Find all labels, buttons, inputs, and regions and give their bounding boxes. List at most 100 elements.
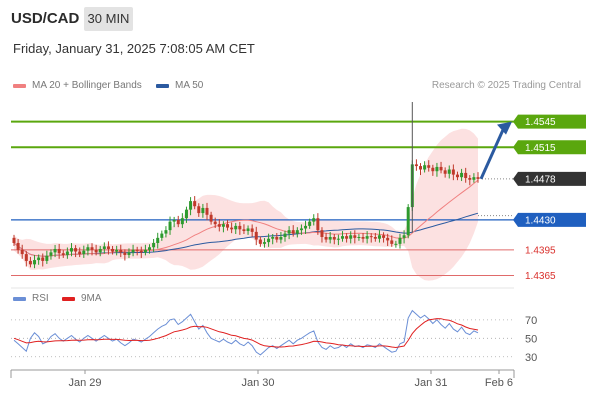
- candle: [332, 237, 336, 240]
- candle: [164, 230, 168, 234]
- candle: [90, 247, 94, 250]
- candle: [340, 236, 344, 239]
- price-label-resistance: 1.4545: [525, 117, 556, 128]
- candle: [98, 248, 102, 253]
- candle: [119, 249, 123, 253]
- candle: [451, 169, 455, 175]
- candle: [230, 227, 234, 230]
- candle: [336, 238, 340, 240]
- candle: [271, 237, 275, 239]
- candle: [217, 224, 221, 227]
- candle: [139, 250, 143, 253]
- candle: [180, 218, 184, 225]
- candle: [65, 251, 69, 255]
- candle: [61, 253, 65, 255]
- candle: [472, 177, 476, 180]
- candle: [242, 229, 246, 232]
- candle: [435, 166, 439, 172]
- candle: [184, 209, 188, 219]
- projection-arrow: [479, 127, 506, 180]
- candle: [373, 237, 377, 239]
- candle: [312, 218, 316, 222]
- candle: [406, 207, 410, 236]
- candle: [41, 257, 45, 261]
- candle: [365, 236, 369, 239]
- candle: [345, 236, 349, 239]
- candle: [33, 260, 37, 265]
- candle: [238, 225, 242, 230]
- candle: [419, 166, 423, 170]
- rsi-line: [13, 309, 479, 356]
- candle: [102, 246, 106, 249]
- candle: [295, 230, 299, 234]
- candle: [213, 221, 217, 225]
- candle: [377, 235, 381, 239]
- candle: [152, 242, 156, 248]
- candle: [197, 206, 201, 214]
- candle: [439, 166, 443, 171]
- candle: [283, 233, 287, 237]
- candle: [316, 218, 320, 231]
- candle: [308, 221, 312, 226]
- candle: [201, 207, 205, 214]
- candle: [189, 201, 193, 210]
- rsi-tick-label: 30: [525, 352, 537, 364]
- candle: [258, 239, 262, 244]
- candle: [246, 228, 250, 232]
- candle: [275, 237, 279, 240]
- candle: [427, 165, 431, 168]
- chart-widget: USD/CAD 30 MIN Friday, January 31, 2025 …: [0, 0, 590, 400]
- candle: [74, 248, 78, 252]
- candle: [382, 235, 386, 238]
- candle: [402, 235, 406, 238]
- candle: [476, 177, 480, 179]
- candle: [291, 230, 295, 234]
- candle: [320, 230, 324, 237]
- candle: [287, 230, 291, 234]
- candle: [262, 242, 266, 244]
- candle: [49, 252, 53, 256]
- candle: [254, 231, 258, 240]
- candle: [16, 242, 20, 250]
- candle: [324, 237, 328, 240]
- candle: [160, 233, 164, 238]
- candle: [94, 249, 98, 253]
- candle: [127, 252, 131, 255]
- candle: [386, 237, 390, 241]
- price-label-resistance: 1.4515: [525, 143, 556, 154]
- candle: [209, 214, 213, 222]
- candle: [82, 250, 86, 255]
- candle: [111, 248, 115, 252]
- candle: [69, 248, 73, 252]
- candle: [193, 201, 197, 207]
- candle: [250, 228, 254, 232]
- candle: [464, 172, 468, 179]
- candle: [205, 207, 209, 215]
- candle: [468, 178, 472, 180]
- candle: [221, 224, 225, 227]
- candle: [106, 246, 110, 249]
- candle: [455, 174, 459, 178]
- candle: [37, 257, 41, 261]
- candle: [172, 219, 176, 222]
- rsi-tick-label: 50: [525, 333, 537, 345]
- rsi-ma-line: [13, 318, 479, 349]
- candle: [156, 237, 160, 243]
- candle: [353, 235, 357, 238]
- price-chart: 1.4545 1.4515 1.4478 1.4430 1.4395 1.4365 70 50…: [10, 101, 586, 389]
- candle: [78, 251, 82, 255]
- candle: [423, 165, 427, 170]
- x-tick-label: Feb 6: [485, 377, 513, 389]
- candle: [45, 255, 49, 261]
- x-tick-label: Jan 29: [68, 377, 101, 389]
- candle: [447, 169, 451, 174]
- candle: [357, 237, 361, 238]
- candle: [304, 225, 308, 229]
- candle: [115, 249, 119, 252]
- candle: [123, 252, 127, 255]
- candle: [267, 238, 271, 243]
- candle: [148, 247, 152, 250]
- candle: [143, 249, 147, 253]
- candle: [168, 221, 172, 231]
- candle: [390, 240, 394, 244]
